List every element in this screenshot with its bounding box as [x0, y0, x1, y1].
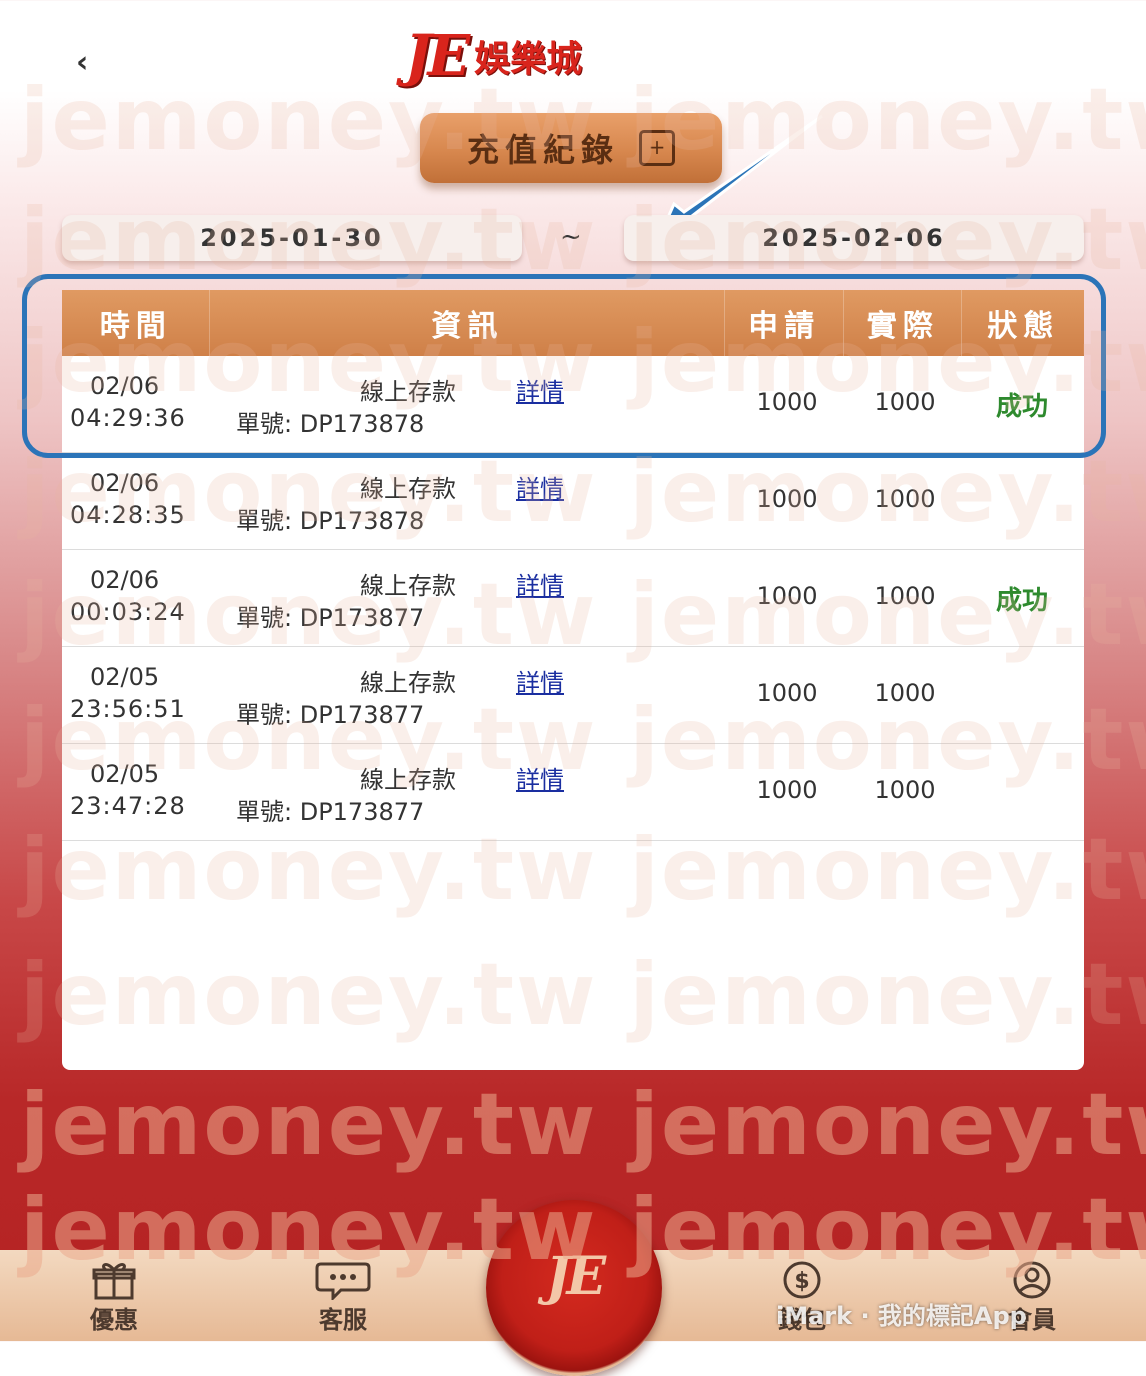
header-apply: 申請 [725, 290, 844, 356]
row-type: 線上存款 [360, 669, 456, 697]
overlay-brand-text: iMark · 我的標記App [776, 1302, 1027, 1330]
header-info: 資訊 [210, 290, 726, 356]
logo-mark: JE [405, 23, 470, 89]
date-separator: ~ [560, 222, 582, 252]
row-time: 00:03:24 [70, 598, 186, 626]
header-status: 狀態 [987, 309, 1060, 344]
table-row: 02/06 00:03:24 線上存款 詳情 單號: DP173877 1000… [62, 550, 1084, 647]
row-apply-amount: 1000 [756, 582, 818, 610]
row-apply-amount: 1000 [756, 776, 818, 804]
row-time: 04:29:36 [70, 404, 186, 432]
user-icon [972, 1260, 1092, 1300]
header-actual: 實際 [844, 290, 963, 356]
row-type: 線上存款 [360, 378, 456, 406]
row-order: 單號: DP173878 [236, 410, 425, 438]
svg-text:$: $ [794, 1269, 809, 1294]
nav-promotions[interactable]: 優惠 [54, 1260, 174, 1335]
row-status: 成功 [995, 392, 1048, 422]
row-apply-amount: 1000 [756, 679, 818, 707]
row-apply-amount: 1000 [756, 388, 818, 416]
row-type: 線上存款 [360, 475, 456, 503]
detail-link[interactable]: 詳情 [516, 566, 564, 601]
page-title: 充值紀錄 [466, 131, 619, 169]
row-date: 02/06 [90, 372, 160, 400]
row-actual-amount: 1000 [874, 485, 936, 513]
row-status: 成功 [995, 586, 1048, 616]
row-actual-amount: 1000 [874, 388, 936, 416]
row-date: 02/06 [90, 469, 160, 497]
table-row: 02/05 23:56:51 線上存款 詳情 單號: DP173877 1000… [62, 647, 1084, 744]
row-apply-amount: 1000 [756, 485, 818, 513]
row-type: 線上存款 [360, 572, 456, 600]
detail-link[interactable]: 詳情 [516, 663, 564, 698]
app-logo: JE 娛樂城 [405, 20, 582, 92]
row-type: 線上存款 [360, 766, 456, 794]
center-logo: JE [545, 1245, 606, 1307]
nav-label: 客服 [319, 1306, 367, 1334]
row-order: 單號: DP173877 [236, 798, 425, 826]
row-actual-amount: 1000 [874, 776, 936, 804]
date-to-field[interactable]: 2025-02-06 [624, 215, 1084, 261]
records-table: 時間 資訊 申請 實際 狀態 02/06 04:29:36 線上存款 詳情 單號… [62, 290, 1084, 1070]
row-time: 23:56:51 [70, 695, 186, 723]
row-time: 04:28:35 [70, 501, 186, 529]
table-row: 02/05 23:47:28 線上存款 詳情 單號: DP173877 1000… [62, 744, 1084, 841]
chevron-left-icon: ‹ [76, 45, 89, 80]
date-from-value: 2025-01-30 [200, 224, 384, 252]
watermark: jemoney.tw jemoney.tw [20, 1075, 1146, 1175]
date-to-value: 2025-02-06 [762, 224, 946, 252]
detail-link[interactable]: 詳情 [516, 469, 564, 504]
wallet-icon: $ [742, 1260, 862, 1300]
row-order: 單號: DP173877 [236, 604, 425, 632]
date-from-field[interactable]: 2025-01-30 [62, 215, 522, 261]
row-date: 02/06 [90, 566, 160, 594]
chat-icon [283, 1260, 403, 1302]
row-date: 02/05 [90, 760, 160, 788]
row-actual-amount: 1000 [874, 582, 936, 610]
home-center-button[interactable]: JE [486, 1200, 662, 1376]
logo-subtitle: 娛樂城 [474, 39, 583, 80]
header-time: 時間 [62, 290, 211, 356]
row-time: 23:47:28 [70, 792, 186, 820]
nav-support[interactable]: 客服 [283, 1260, 403, 1335]
table-row: 02/06 04:29:36 線上存款 詳情 單號: DP173878 1000… [62, 356, 1084, 453]
row-actual-amount: 1000 [874, 679, 936, 707]
row-date: 02/05 [90, 663, 160, 691]
back-button[interactable]: ‹ [76, 48, 102, 78]
row-order: 單號: DP173877 [236, 701, 425, 729]
nav-label: 優惠 [90, 1306, 138, 1334]
row-order: 單號: DP173878 [236, 507, 425, 535]
detail-link[interactable]: 詳情 [516, 372, 564, 407]
table-row: 02/06 04:28:35 線上存款 詳情 單號: DP173878 1000… [62, 453, 1084, 550]
detail-link[interactable]: 詳情 [516, 760, 564, 795]
gift-icon [54, 1260, 174, 1300]
table-header: 時間 資訊 申請 實際 狀態 [62, 290, 1084, 356]
